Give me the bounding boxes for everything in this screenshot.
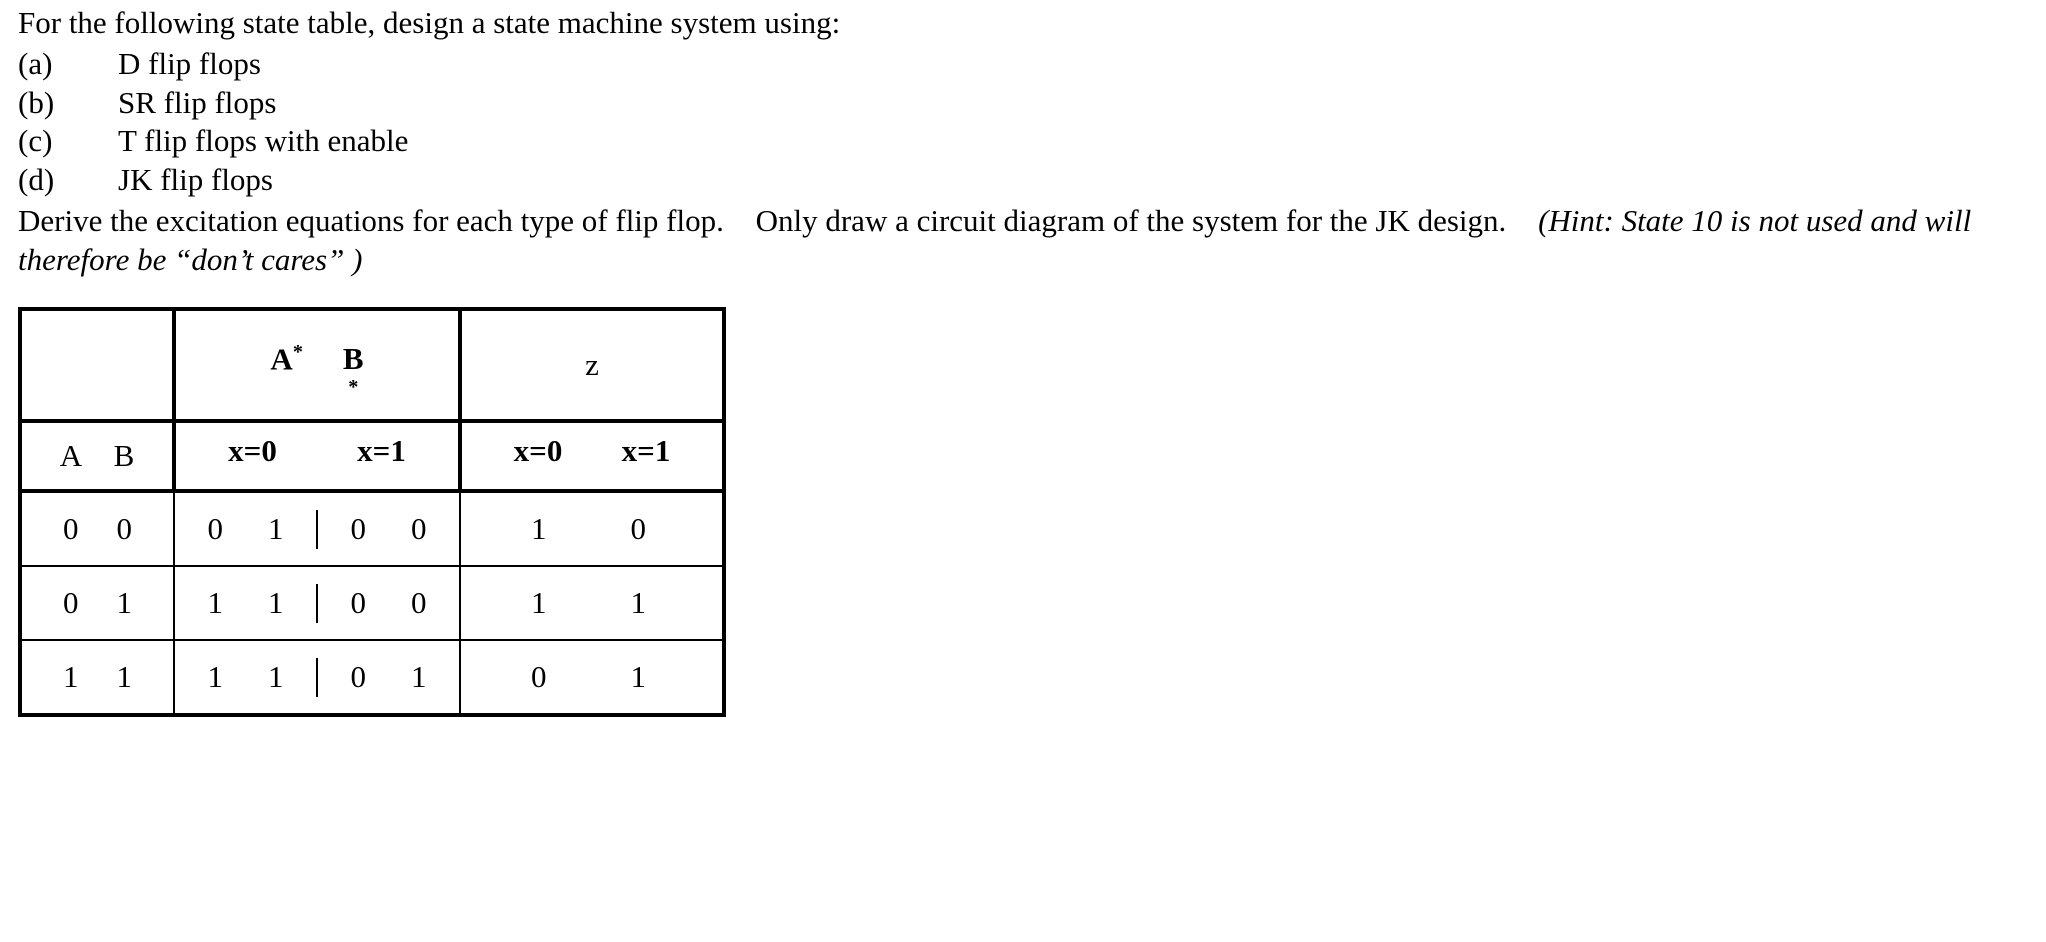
hdr-empty [20, 309, 174, 421]
option-d: (d) JK flip flops [18, 161, 2028, 200]
cell-next: 0 1 0 0 [174, 491, 460, 566]
val-next-x0-A: 1 [208, 584, 224, 623]
hdr-z-sub: x=0 x=1 [460, 421, 724, 491]
val-next-x0-B: 1 [268, 658, 284, 697]
options-list: (a) D flip flops (b) SR flip flops (c) T… [18, 45, 2028, 200]
hdr-z-x1: x=1 [622, 432, 671, 471]
val-next-x0-A: 0 [208, 510, 224, 549]
val-next-x0-A: 1 [208, 658, 224, 697]
val-next-x1-A: 0 [351, 584, 367, 623]
hdr-z: z [460, 309, 724, 421]
val-next-x1-A: 0 [351, 510, 367, 549]
val-next-x0-B: 1 [268, 584, 284, 623]
intro-text: For the following state table, design a … [18, 4, 2028, 43]
val-B: 1 [117, 584, 133, 623]
val-B: 0 [117, 510, 133, 549]
cell-AB: 1 1 [20, 640, 174, 715]
val-z-x0: 1 [531, 584, 547, 623]
hdr-next-x0: x=0 [228, 432, 277, 471]
val-next-x1-A: 0 [351, 658, 367, 697]
hdr-z-x0: x=0 [514, 432, 563, 471]
table-header-row-2: A B x=0 x=1 x=0 x=1 [20, 421, 724, 491]
option-a: (a) D flip flops [18, 45, 2028, 84]
instructions: Derive the excitation equations for each… [18, 202, 2018, 280]
option-d-text: JK flip flops [118, 161, 273, 200]
cell-z: 1 1 [460, 566, 724, 640]
val-z-x1: 0 [631, 510, 647, 549]
cell-next: 1 1 0 0 [174, 566, 460, 640]
option-a-text: D flip flops [118, 45, 261, 84]
val-next-x1-B: 0 [411, 510, 427, 549]
cell-z: 0 1 [460, 640, 724, 715]
state-table: A* B * z A B [18, 307, 726, 717]
option-b-label: (b) [18, 84, 118, 123]
cell-z: 1 0 [460, 491, 724, 566]
hdr-B-star: B * [343, 340, 364, 400]
cell-next: 1 1 0 1 [174, 640, 460, 715]
val-next-x0-B: 1 [268, 510, 284, 549]
option-b: (b) SR flip flops [18, 84, 2028, 123]
option-c: (c) T flip flops with enable [18, 122, 2028, 161]
option-a-label: (a) [18, 45, 118, 84]
val-z-x0: 0 [531, 658, 547, 697]
val-z-x0: 1 [531, 510, 547, 549]
cell-AB: 0 1 [20, 566, 174, 640]
hdr-next-state: A* B * [174, 309, 460, 421]
val-A: 0 [63, 584, 79, 623]
val-B: 1 [117, 658, 133, 697]
val-next-x1-B: 1 [411, 658, 427, 697]
val-z-x1: 1 [631, 584, 647, 623]
table-row: 0 0 0 1 0 0 [20, 491, 724, 566]
hdr-A: A [60, 437, 82, 476]
instruction-part1: Derive the excitation equations for each… [18, 203, 724, 238]
table-row: 1 1 1 1 0 1 [20, 640, 724, 715]
hdr-B: B [114, 437, 135, 476]
val-next-x1-B: 0 [411, 584, 427, 623]
val-A: 0 [63, 510, 79, 549]
table-row: 0 1 1 1 0 0 [20, 566, 724, 640]
val-z-x1: 1 [631, 658, 647, 697]
instruction-part2: Only draw a circuit diagram of the syste… [756, 203, 1507, 238]
val-A: 1 [63, 658, 79, 697]
option-b-text: SR flip flops [118, 84, 276, 123]
page: For the following state table, design a … [0, 0, 2046, 757]
cell-AB: 0 0 [20, 491, 174, 566]
table-header-row-1: A* B * z [20, 309, 724, 421]
hdr-next-sub: x=0 x=1 [174, 421, 460, 491]
option-c-text: T flip flops with enable [118, 122, 408, 161]
option-d-label: (d) [18, 161, 118, 200]
table-body: 0 0 0 1 0 0 [20, 491, 724, 715]
option-c-label: (c) [18, 122, 118, 161]
hdr-A-star: A* [270, 340, 302, 379]
hdr-AB: A B [20, 421, 174, 491]
hdr-next-x1: x=1 [357, 432, 406, 471]
